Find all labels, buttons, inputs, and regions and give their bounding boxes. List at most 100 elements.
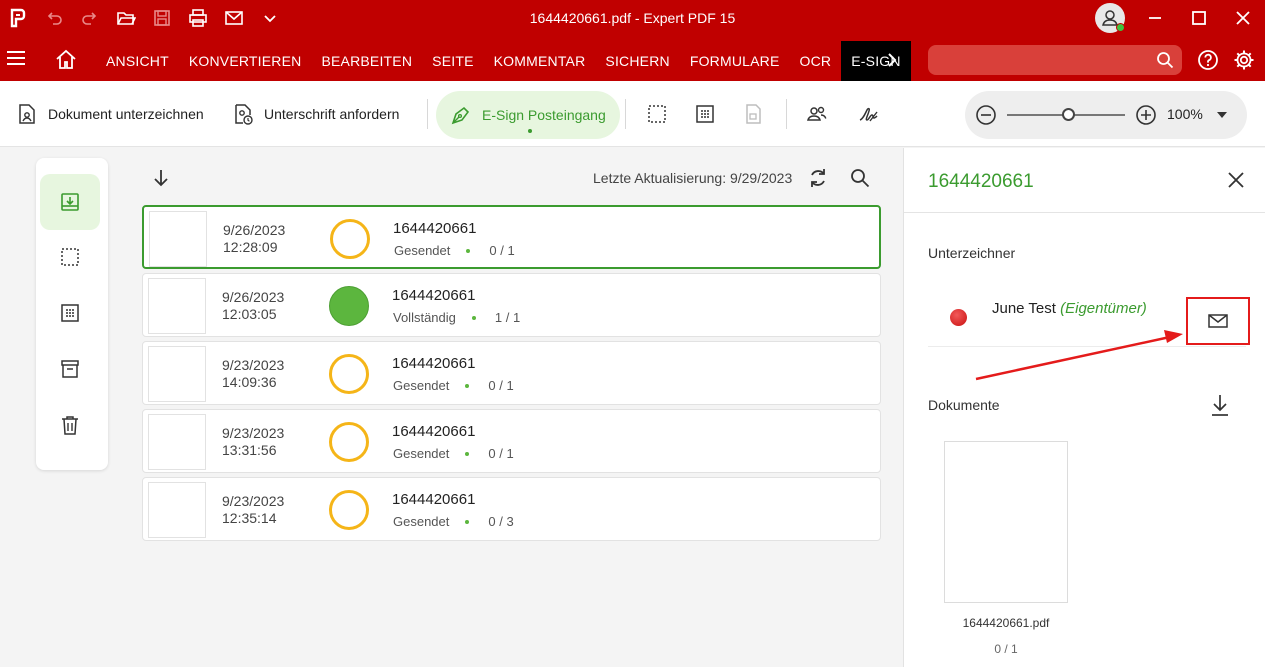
signature-icon[interactable] bbox=[858, 103, 880, 125]
refresh-icon[interactable] bbox=[806, 166, 830, 190]
tab-ansicht[interactable]: ANSICHT bbox=[96, 41, 179, 81]
document-archive-icon[interactable] bbox=[742, 103, 764, 125]
list-item-name: 1644420661 bbox=[392, 423, 476, 440]
signature-progress: 0 / 1 bbox=[488, 446, 514, 461]
list-item[interactable]: 9/23/2023 12:35:14 1644420661 Gesendet 0… bbox=[142, 477, 881, 541]
chevron-right-icon[interactable] bbox=[882, 50, 902, 70]
dashed-square-icon[interactable] bbox=[646, 103, 668, 125]
signature-progress: 0 / 1 bbox=[489, 243, 515, 258]
search-icon[interactable] bbox=[848, 166, 872, 190]
documents-heading: Dokumente bbox=[928, 397, 1000, 413]
tab-bearbeiten[interactable]: BEARBEITEN bbox=[311, 41, 422, 81]
close-icon[interactable] bbox=[1226, 170, 1246, 190]
list-item[interactable]: 9/23/2023 13:31:56 1644420661 Gesendet 0… bbox=[142, 409, 881, 473]
list-item[interactable]: 9/26/2023 12:28:09 1644420661 Gesendet 0… bbox=[142, 205, 881, 269]
list-item-time: 12:28:09 bbox=[223, 239, 278, 255]
minimize-icon[interactable] bbox=[1133, 0, 1177, 36]
tab-konvertieren[interactable]: KONVERTIEREN bbox=[179, 41, 312, 81]
open-folder-icon[interactable] bbox=[108, 0, 144, 36]
user-avatar[interactable] bbox=[1095, 3, 1125, 33]
list-item-time: 12:03:05 bbox=[222, 306, 277, 322]
sidebar-item-templates[interactable] bbox=[40, 285, 100, 341]
completed-status-icon bbox=[329, 286, 369, 326]
app-logo-icon[interactable] bbox=[0, 0, 36, 36]
signer-entry: June Test (Eigentümer) bbox=[992, 300, 1147, 317]
document-filename: 1644420661.pdf bbox=[962, 616, 1050, 630]
status-label: Vollständig bbox=[393, 310, 456, 325]
contacts-icon[interactable] bbox=[806, 103, 828, 125]
pending-status-icon bbox=[330, 219, 370, 259]
mail-icon[interactable] bbox=[216, 0, 252, 36]
tab-ocr[interactable]: OCR bbox=[790, 41, 842, 81]
zoom-out-icon[interactable] bbox=[975, 104, 997, 126]
download-icon[interactable] bbox=[1209, 393, 1231, 417]
chevron-down-icon[interactable] bbox=[252, 0, 288, 36]
request-signature-button[interactable]: Unterschrift anfordern bbox=[232, 99, 399, 129]
sign-document-icon bbox=[19, 104, 35, 124]
list-item-time: 14:09:36 bbox=[222, 374, 277, 390]
help-icon[interactable] bbox=[1197, 49, 1219, 71]
search-input[interactable] bbox=[928, 45, 1182, 75]
tab-seite[interactable]: SEITE bbox=[422, 41, 483, 81]
save-icon[interactable] bbox=[144, 0, 180, 36]
signature-progress: 0 / 3 bbox=[488, 514, 514, 529]
panel-divider bbox=[904, 212, 1265, 213]
redo-icon[interactable] bbox=[72, 0, 108, 36]
zoom-slider-handle[interactable] bbox=[1062, 108, 1075, 121]
sidebar-item-drafts[interactable] bbox=[40, 229, 100, 285]
toolbar-divider bbox=[786, 99, 787, 129]
sidebar-item-inbox[interactable] bbox=[40, 174, 100, 230]
dashed-square-icon bbox=[61, 248, 79, 266]
undo-icon[interactable] bbox=[36, 0, 72, 36]
zoom-control: 100% bbox=[965, 91, 1247, 139]
status-label: Gesendet bbox=[393, 514, 450, 529]
online-status-icon bbox=[1116, 23, 1125, 32]
list-item-status: Gesendet 0 / 1 bbox=[394, 243, 515, 258]
toolbar-divider bbox=[427, 99, 428, 129]
list-item-name: 1644420661 bbox=[392, 491, 476, 508]
esign-sidebar bbox=[36, 158, 108, 470]
separator-dot bbox=[465, 519, 470, 524]
document-signature-count: 0 / 1 bbox=[994, 642, 1018, 656]
document-preview[interactable] bbox=[944, 441, 1068, 603]
list-item-status: Vollständig 1 / 1 bbox=[393, 310, 520, 325]
status-label: Gesendet bbox=[393, 378, 450, 393]
separator-dot bbox=[465, 451, 470, 456]
caret-down-icon[interactable] bbox=[1217, 110, 1227, 120]
dotted-grid-icon[interactable] bbox=[694, 103, 716, 125]
list-item[interactable]: 9/26/2023 12:03:05 1644420661 Vollständi… bbox=[142, 273, 881, 337]
list-item[interactable]: 9/23/2023 14:09:36 1644420661 Gesendet 0… bbox=[142, 341, 881, 405]
print-icon[interactable] bbox=[180, 0, 216, 36]
sign-document-label: Dokument unterzeichnen bbox=[48, 106, 204, 122]
tab-formulare[interactable]: FORMULARE bbox=[680, 41, 790, 81]
hamburger-menu-icon[interactable] bbox=[4, 46, 28, 70]
list-item-date: 9/23/2023 bbox=[222, 425, 285, 441]
sidebar-item-trash[interactable] bbox=[40, 397, 100, 453]
dotted-grid-icon bbox=[61, 304, 79, 322]
send-reminder-button[interactable] bbox=[1186, 297, 1250, 345]
signature-progress: 0 / 1 bbox=[488, 378, 514, 393]
document-thumbnail bbox=[148, 346, 206, 402]
pending-status-icon bbox=[329, 490, 369, 530]
list-item-date: 9/23/2023 bbox=[222, 493, 285, 509]
separator-dot bbox=[471, 315, 476, 320]
list-item-time: 12:35:14 bbox=[222, 510, 277, 526]
list-item-status: Gesendet 0 / 3 bbox=[393, 514, 514, 529]
tab-kommentar[interactable]: KOMMENTAR bbox=[484, 41, 596, 81]
sign-document-button[interactable]: Dokument unterzeichnen bbox=[16, 99, 204, 129]
sort-arrow-icon[interactable] bbox=[150, 167, 172, 189]
signer-name: June Test bbox=[992, 300, 1056, 317]
details-panel: 1644420661 Unterzeichner June Test (Eige… bbox=[903, 148, 1265, 667]
envelope-icon bbox=[1208, 314, 1228, 328]
gear-icon[interactable] bbox=[1233, 49, 1255, 71]
esign-inbox-button[interactable]: E-Sign Posteingang bbox=[436, 91, 620, 139]
list-item-date: 9/23/2023 bbox=[222, 357, 285, 373]
sidebar-item-archive[interactable] bbox=[40, 341, 100, 397]
tab-sichern[interactable]: SICHERN bbox=[595, 41, 679, 81]
close-window-icon[interactable] bbox=[1221, 0, 1265, 36]
list-item-time: 13:31:56 bbox=[222, 442, 277, 458]
maximize-icon[interactable] bbox=[1177, 0, 1221, 36]
home-icon[interactable] bbox=[54, 48, 78, 72]
zoom-in-icon[interactable] bbox=[1135, 104, 1157, 126]
zoom-level[interactable]: 100% bbox=[1167, 106, 1203, 122]
